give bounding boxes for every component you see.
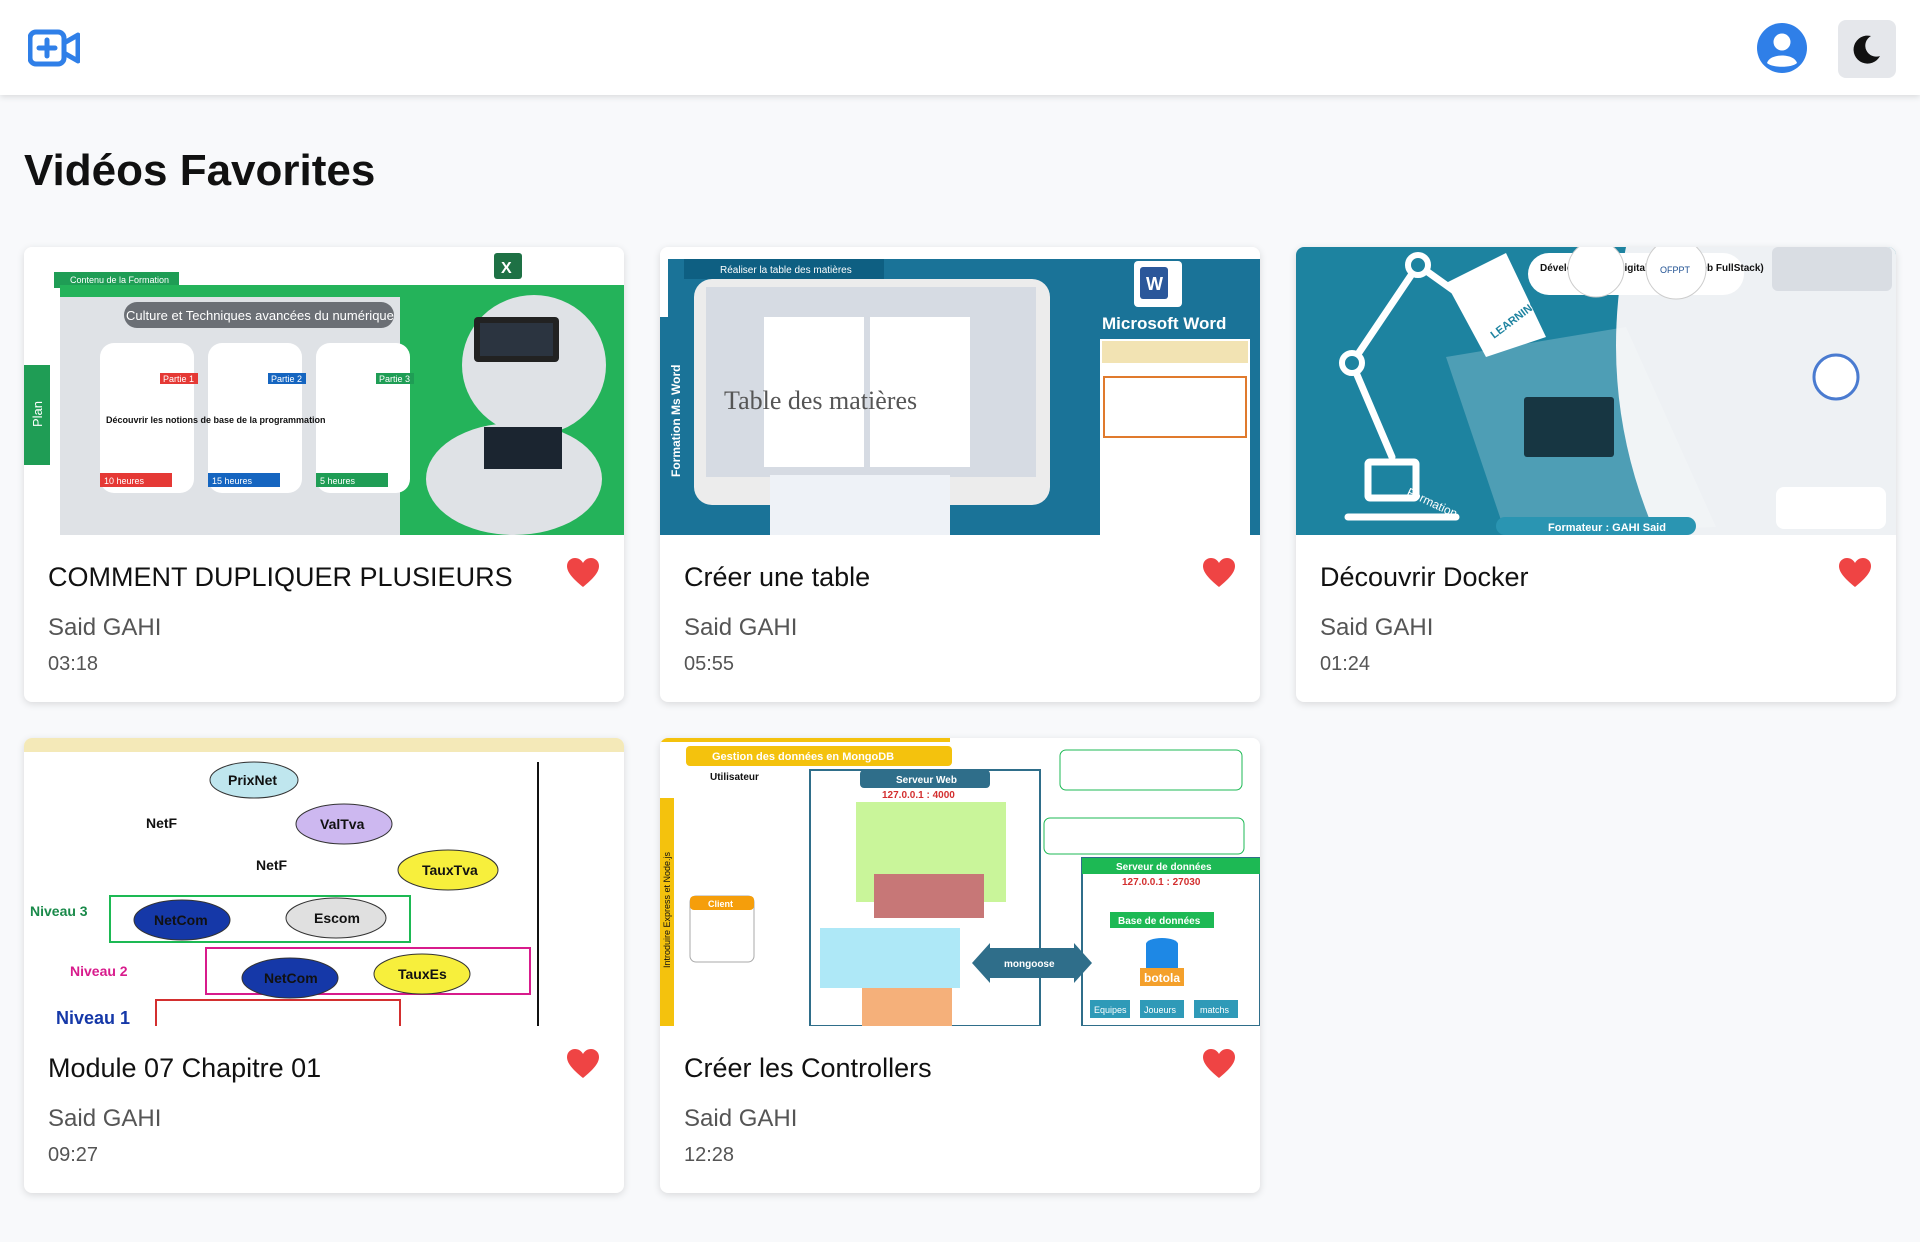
thumb-side: Plan — [30, 401, 45, 427]
video-thumbnail[interactable]: PrixNet NetF ValTva NetF TauxTva NetCom … — [24, 738, 624, 1026]
heart-icon[interactable] — [1838, 557, 1872, 589]
thumb-footer: Formateur : GAHI Said — [1548, 522, 1666, 534]
thumb-side: Introduire Express et Node.js — [662, 851, 672, 968]
thumb-collection: matchs — [1200, 1005, 1230, 1015]
thumb-db: Base de données — [1118, 916, 1201, 927]
video-title[interactable]: Créer une table — [684, 562, 870, 593]
thumb-node: TauxTva — [422, 862, 478, 878]
top-navbar — [0, 0, 1920, 95]
thumb-brand: Microsoft Word — [1102, 314, 1226, 333]
thumb-server-addr: 127.0.0.1 : 4000 — [882, 790, 955, 801]
theme-toggle-button[interactable] — [1838, 20, 1896, 78]
thumb-node: ValTva — [320, 816, 365, 832]
video-thumbnail[interactable]: Gestion des données en MongoDB Introduir… — [660, 738, 1260, 1026]
thumb-level: Niveau 1 — [56, 1008, 130, 1026]
video-card[interactable]: Contenu de la Formation Plan Culture et … — [24, 247, 624, 702]
video-title[interactable]: COMMENT DUPLIQUER PLUSIEURS — [48, 562, 513, 593]
video-title[interactable]: Découvrir Docker — [1320, 562, 1529, 593]
video-plus-icon[interactable] — [28, 28, 80, 68]
video-author: Said GAHI — [684, 614, 798, 641]
heart-icon[interactable] — [566, 557, 600, 589]
thumb-side: Formation Ms Word — [669, 365, 683, 477]
video-thumbnail[interactable]: LEARNING Formation Développement Digital… — [1296, 247, 1896, 535]
user-avatar-icon[interactable] — [1756, 22, 1808, 74]
thumb-db-name: botola — [1144, 971, 1180, 985]
thumb-client: Client — [708, 899, 733, 909]
thumb-node: TauxEs — [398, 966, 447, 982]
video-author: Said GAHI — [1320, 614, 1434, 641]
thumb-user: Utilisateur — [710, 772, 759, 783]
video-thumbnail[interactable]: Contenu de la Formation Plan Culture et … — [24, 247, 624, 535]
thumb-part-tag: Partie 1 — [163, 374, 194, 384]
thumb-header: Contenu de la Formation — [70, 275, 169, 285]
thumb-bridge: mongoose — [1004, 959, 1055, 970]
thumb-node: NetF — [256, 857, 288, 873]
video-author: Said GAHI — [684, 1105, 798, 1132]
heart-icon[interactable] — [566, 1048, 600, 1080]
video-duration: 09:27 — [48, 1144, 99, 1166]
thumb-part-hours: 10 heures — [104, 476, 145, 486]
thumb-node: NetCom — [264, 970, 318, 986]
video-thumbnail[interactable]: Formation Ms Word Réaliser la table des … — [660, 247, 1260, 535]
video-card[interactable]: Gestion des données en MongoDB Introduir… — [660, 738, 1260, 1193]
video-card[interactable]: LEARNING Formation Développement Digital… — [1296, 247, 1896, 702]
thumb-part-hours: 15 heures — [212, 476, 253, 486]
video-title[interactable]: Créer les Controllers — [684, 1053, 932, 1084]
thumb-header: Gestion des données en MongoDB — [712, 751, 894, 763]
thumb-level: Niveau 3 — [30, 903, 88, 919]
thumb-banner: Culture et Techniques avancées du numéri… — [126, 308, 394, 323]
heart-icon[interactable] — [1202, 557, 1236, 589]
thumb-part-text: Découvrir les notions de base de la prog… — [106, 415, 326, 425]
video-author: Said GAHI — [48, 614, 162, 641]
thumb-node: NetF — [146, 815, 178, 831]
svg-text:X: X — [501, 260, 512, 277]
thumb-overlay: Table des matières — [724, 386, 917, 415]
thumb-collection: Joueurs — [1144, 1005, 1177, 1015]
video-author: Said GAHI — [48, 1105, 162, 1132]
video-duration: 01:24 — [1320, 653, 1371, 675]
thumb-node: NetCom — [154, 912, 208, 928]
thumb-db-server: Serveur de données — [1116, 862, 1212, 873]
thumb-level: Niveau 2 — [70, 963, 128, 979]
video-duration: 03:18 — [48, 653, 99, 675]
thumb-node: PrixNet — [228, 772, 277, 788]
thumb-node: Escom — [314, 910, 360, 926]
video-card[interactable]: PrixNet NetF ValTva NetF TauxTva NetCom … — [24, 738, 624, 1193]
video-duration: 05:55 — [684, 653, 735, 675]
thumb-header: Réaliser la table des matières — [720, 265, 852, 276]
thumb-part-tag: Partie 3 — [379, 374, 410, 384]
svg-text:W: W — [1146, 274, 1163, 294]
heart-icon[interactable] — [1202, 1048, 1236, 1080]
thumb-server: Serveur Web — [896, 775, 957, 786]
video-title[interactable]: Module 07 Chapitre 01 — [48, 1053, 321, 1084]
video-duration: 12:28 — [684, 1144, 735, 1166]
moon-icon — [1853, 35, 1880, 64]
thumb-part-hours: 5 heures — [320, 476, 356, 486]
thumb-part-tag: Partie 2 — [271, 374, 302, 384]
thumb-db-addr: 127.0.0.1 : 27030 — [1122, 877, 1201, 888]
thumb-collection: Equipes — [1094, 1005, 1127, 1015]
page-title: Vidéos Favorites — [24, 146, 376, 195]
thumb-org: OFPPT — [1660, 265, 1691, 275]
video-card[interactable]: Formation Ms Word Réaliser la table des … — [660, 247, 1260, 702]
